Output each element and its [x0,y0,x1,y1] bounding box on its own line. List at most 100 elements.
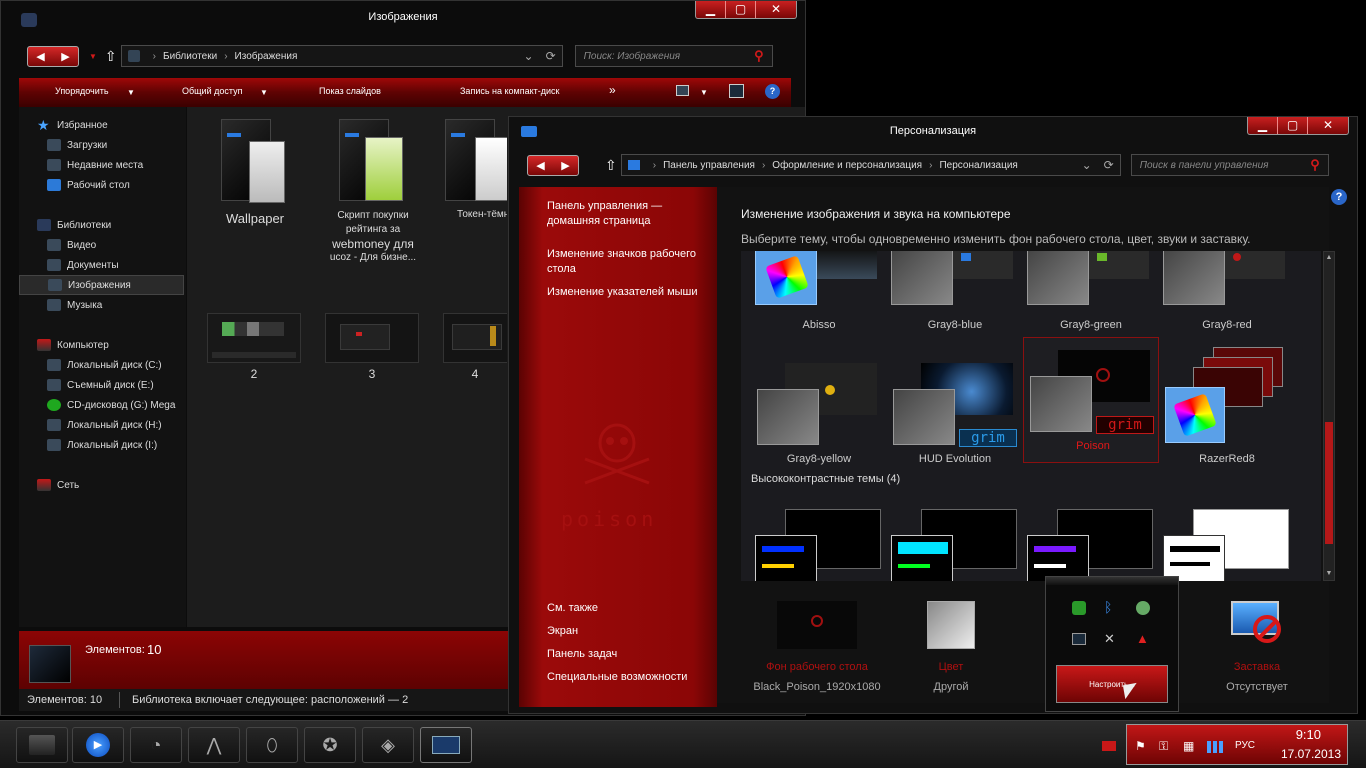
image-item-4[interactable]: 4 [443,313,507,381]
volume-bars-icon[interactable] [1207,741,1223,753]
explorer-address-bar[interactable]: › Библиотеки › Изображения ⌄ ⟳ [120,45,563,67]
control-panel-search-input[interactable]: Поиск в панели управления ⚲ [1130,154,1329,176]
more-button[interactable]: » [609,83,616,97]
share-menu[interactable]: Общий доступ [182,86,242,96]
gallery-scrollbar[interactable]: ▲ ▼ [1323,251,1335,581]
search-icon[interactable]: ⚲ [754,48,764,64]
window-color-setting[interactable]: Цвет Другой [901,601,1001,693]
search-icon[interactable]: ⚲ [1310,157,1320,173]
help-icon[interactable]: ? [1331,189,1347,205]
link-accessibility[interactable]: Специальные возможности [547,670,687,685]
nav-libraries[interactable]: Библиотеки [37,215,202,235]
nav-favorites[interactable]: ★ Избранное [37,115,202,135]
signal-icon[interactable]: ▦ [1183,739,1194,753]
customize-button[interactable]: Настроить... [1056,665,1168,703]
taskbar-explorer[interactable] [16,727,68,763]
desktop-background-setting[interactable]: Фон рабочего стола Black_Poison_1920x108… [737,601,897,693]
close-button[interactable]: ✕ [1308,117,1348,134]
folder-item-script[interactable]: Скрипт покупки рейтинга за webmoney для … [323,115,423,265]
taskbar-app-6[interactable]: ✪ [304,727,356,763]
refresh-icon[interactable]: ⟳ [546,49,556,63]
taskbar-app-7[interactable]: ◈ [362,727,414,763]
arrow-up-icon[interactable]: ▲ [1136,631,1149,646]
view-chevron-icon[interactable]: ▼ [700,88,708,97]
link-cp-home[interactable]: Панель управления — домашняя страница [547,199,662,229]
breadcrumb-appearance[interactable]: Оформление и персонализация [772,160,922,171]
close-button[interactable]: ✕ [756,1,796,18]
display-icon[interactable] [1072,633,1086,645]
address-dropdown-icon[interactable]: ⌄ [1082,158,1092,172]
organize-chevron-icon[interactable]: ▼ [127,88,135,97]
show-hidden-icons-button[interactable] [1102,741,1116,751]
theme-gray8-green[interactable]: Gray8-green [1027,251,1155,331]
scroll-up-icon[interactable]: ▲ [1324,252,1334,264]
link-screen[interactable]: Экран [547,624,578,639]
link-mouse-pointers[interactable]: Изменение указателей мыши [547,285,698,300]
screensaver-setting[interactable]: Заставка Отсутствует [1187,601,1327,693]
theme-gray8-blue[interactable]: Gray8-blue [891,251,1019,331]
breadcrumb-control-panel[interactable]: Панель управления [663,160,755,171]
theme-abisso[interactable]: Abisso [755,251,883,331]
help-icon[interactable]: ? [765,84,780,99]
nav-pictures[interactable]: Изображения [19,275,184,295]
taskbar-control-panel[interactable] [420,727,472,763]
taskbar-app-4[interactable]: ⋀ [188,727,240,763]
up-arrow-icon[interactable]: ⇧ [105,48,117,65]
view-icon[interactable] [676,85,689,96]
hc-theme-4[interactable] [1163,509,1291,581]
breadcrumb-personalization[interactable]: Персонализация [939,160,1017,171]
back-forward-buttons[interactable]: ◀ ▶ [27,45,79,67]
preview-pane-icon[interactable] [729,84,744,98]
slideshow-button[interactable]: Показ слайдов [319,86,381,96]
back-arrow-icon[interactable]: ◀ [36,50,44,63]
theme-hud-evolution[interactable]: grim HUD Evolution [891,347,1019,465]
organize-menu[interactable]: Упорядочить [55,86,109,96]
bluetooth-icon[interactable]: ᛒ [1104,599,1112,615]
forward-arrow-icon[interactable]: ▶ [61,50,69,63]
breadcrumb-pictures[interactable]: Изображения [235,51,298,62]
back-arrow-icon[interactable]: ◀ [536,159,544,172]
link-desktop-icons[interactable]: Изменение значков рабочего стола [547,247,696,277]
minimize-button[interactable]: ▁ [1248,117,1278,134]
breadcrumb-libraries[interactable]: Библиотеки [163,51,217,62]
nav-drive-g[interactable]: CD-дисковод (G:) Mega [47,395,187,415]
link-taskbar[interactable]: Панель задач [547,647,617,662]
theme-gray8-red[interactable]: Gray8-red [1163,251,1291,331]
nav-network[interactable]: Сеть [37,475,202,495]
refresh-icon[interactable]: ⟳ [1104,158,1114,172]
taskbar-media-player[interactable]: ▶ [72,727,124,763]
image-item-3[interactable]: 3 [325,313,419,381]
explorer-search-input[interactable]: Поиск: Изображения ⚲ [574,45,773,67]
clock-date[interactable]: 17.07.2013 [1281,747,1341,761]
image-item-2[interactable]: 2 [207,313,301,381]
update-icon[interactable] [1136,601,1150,615]
scroll-thumb[interactable] [1325,422,1333,544]
theme-poison-selected[interactable]: grim Poison [1023,337,1159,463]
hc-theme-3[interactable] [1027,509,1155,581]
hc-theme-2[interactable] [891,509,1019,581]
folder-item-wallpaper[interactable]: Wallpaper [205,115,305,226]
security-shield-icon[interactable] [1072,601,1086,615]
address-dropdown-icon[interactable]: ⌄ [524,49,534,63]
theme-gray8-yellow[interactable]: Gray8-yellow [755,347,883,465]
personalization-address-bar[interactable]: › Панель управления › Оформление и персо… [620,154,1121,176]
theme-razerred8[interactable]: RazerRed8 [1163,347,1291,465]
burn-button[interactable]: Запись на компакт-диск [460,86,560,96]
flag-icon[interactable]: ⚑ [1135,739,1146,753]
nav-computer[interactable]: Компьютер [37,335,202,355]
scroll-down-icon[interactable]: ▼ [1324,568,1334,580]
taskbar-app-3[interactable]: ◔ [130,727,182,763]
share-chevron-icon[interactable]: ▼ [260,88,268,97]
hc-theme-1[interactable] [755,509,883,581]
folder-item-token[interactable]: Токен-тёмн [445,115,507,220]
clock-time[interactable]: 9:10 [1296,727,1321,742]
tools-icon[interactable]: ✕ [1104,631,1115,647]
maximize-button[interactable]: ▢ [1278,117,1308,134]
maximize-button[interactable]: ▢ [726,1,756,18]
history-dropdown-icon[interactable]: ▼ [89,52,97,61]
up-arrow-icon[interactable]: ⇧ [605,157,617,174]
back-forward-buttons[interactable]: ◀ ▶ [527,154,579,176]
network-status-icon[interactable]: ⚿ [1159,739,1168,754]
minimize-button[interactable]: ▁ [696,1,726,18]
forward-arrow-icon[interactable]: ▶ [561,159,569,172]
